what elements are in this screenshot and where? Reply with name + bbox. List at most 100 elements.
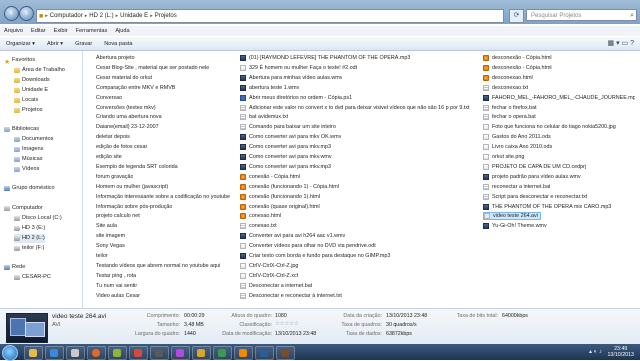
selected-file-item[interactable]: video teste 264.avi — [483, 212, 541, 221]
folder-item[interactable]: Cesar Blog-Site , material que ser posta… — [87, 64, 209, 72]
file-item[interactable]: Script para desconectar e reconectar.txt — [483, 193, 587, 201]
file-item[interactable]: Livro caixa Ano 2010.ods — [483, 143, 552, 151]
view-options-icon[interactable]: ▦ ▾ ▭ ? — [608, 39, 634, 47]
file-item[interactable]: abertura teste 1.wmv — [240, 84, 299, 92]
folder-item[interactable]: Video aulas Cesar — [87, 292, 140, 300]
folder-item[interactable]: Testando vídeos que abrem normal no yout… — [87, 262, 220, 270]
menu-editar[interactable]: Editar — [27, 26, 50, 36]
file-item[interactable]: fechar o firefox.bat — [483, 104, 537, 112]
folder-item[interactable]: teilor — [87, 252, 108, 260]
folder-item[interactable]: Homem ou mulher (javascript) — [87, 183, 168, 191]
file-item[interactable]: Adicionar este valor no convert x to dvd… — [240, 104, 470, 112]
taskbar-media-app[interactable] — [45, 346, 64, 360]
sidebar-item-desktop[interactable]: Área de Trabalho — [14, 66, 65, 75]
folder-item[interactable]: Informação sobre pós-produção — [87, 203, 172, 211]
file-item[interactable]: Desconectar e reconectar à internet.txt — [240, 292, 342, 300]
file-item[interactable]: desconexao.html — [483, 74, 533, 82]
folder-item[interactable]: Cesar material do orkut — [87, 74, 152, 82]
clock[interactable]: 23:49 13/10/2013 — [607, 346, 634, 358]
folder-item[interactable]: deletar depois — [87, 133, 130, 141]
sidebar-item-projetos[interactable]: Projetos — [14, 106, 43, 115]
file-item[interactable]: orkut site.png — [483, 153, 524, 161]
folder-item[interactable]: Comparação entre MKV e RMVB — [87, 84, 175, 92]
address-bar[interactable]: ■ ▸ Computador ▸ HD 2 (L:) ▸ Unidade E ▸… — [36, 9, 504, 23]
folder-item[interactable]: Sony Vegas — [87, 242, 125, 250]
file-item[interactable]: Desconectar a internet.bat — [240, 282, 312, 290]
sidebar-homegroup[interactable]: Grupo doméstico — [4, 184, 55, 193]
breadcrumb-hd2[interactable]: HD 2 (L:) — [87, 13, 115, 19]
sidebar-item-drive-e[interactable]: HD 3 (E:) — [14, 224, 45, 233]
file-item[interactable]: CtrlV-CtrlX-Ctrl-Z.xcf — [240, 272, 298, 280]
file-item[interactable]: fechar o opera.bat — [483, 113, 536, 121]
file-item[interactable]: Yu-Gi-Oh! Theme.wmv — [483, 222, 547, 230]
folder-item[interactable]: forum gravação — [87, 173, 133, 181]
file-item[interactable]: Como converter avi para mkv.mp3 — [240, 143, 331, 151]
breadcrumb-unidade-e[interactable]: Unidade E — [118, 13, 150, 19]
sidebar-item-drive-c[interactable]: Disco Local (C:) — [14, 214, 62, 223]
file-item[interactable]: desconexão - Cópia.html — [483, 64, 552, 72]
folder-item[interactable]: Informação interessante sobre a codifica… — [87, 193, 230, 201]
file-item[interactable]: 329 É homem ou mulher Faça o teste! #2.o… — [240, 64, 357, 72]
taskbar-app[interactable] — [276, 346, 295, 360]
folder-item[interactable]: Conversao — [87, 94, 122, 102]
refresh-button[interactable]: ⟳ — [509, 9, 524, 23]
file-item[interactable]: PROJETO DE CAPA DE UM CD.cedprj — [483, 163, 586, 171]
taskbar-app[interactable] — [255, 346, 274, 360]
taskbar-app[interactable] — [108, 346, 127, 360]
file-item[interactable]: Gastos do Ano 2011.ods — [483, 133, 551, 141]
file-item[interactable]: conexão (quase original).html — [240, 203, 320, 211]
file-item[interactable]: Como converter avi para mkv.mp3 — [240, 163, 331, 171]
file-item[interactable]: Comando para baixar um site inteiro — [240, 123, 336, 131]
new-folder-button[interactable]: Nova pasta — [98, 41, 138, 47]
folder-item[interactable]: Site aula — [87, 222, 117, 230]
taskbar-app[interactable] — [150, 346, 169, 360]
taskbar-app[interactable] — [192, 346, 211, 360]
sidebar-computer[interactable]: Computador — [4, 204, 43, 213]
file-item[interactable]: Criar texto com borda e fundo para desta… — [240, 252, 390, 260]
sidebar-item-drive-f[interactable]: teilor (F:) — [14, 244, 44, 253]
folder-item[interactable]: Criando uma abertura nova — [87, 113, 162, 121]
file-item[interactable]: Abertura para minhas vídeo aulas.wmv — [240, 74, 342, 82]
sidebar-network[interactable]: Rede — [4, 263, 25, 272]
folder-item[interactable]: Conversões (testes mkv) — [87, 104, 156, 112]
taskbar-app[interactable] — [66, 346, 85, 360]
taskbar-vlc[interactable] — [234, 346, 253, 360]
sidebar-item-musicas[interactable]: Músicas — [14, 155, 43, 164]
system-tray-icons[interactable]: ▴ ◐ ♪ — [589, 348, 602, 355]
menu-ferramentas[interactable]: Ferramentas — [72, 26, 112, 36]
file-item[interactable]: FAHORO_MEL_-FAHORO_MEL_-CHAUDE_JOURNEE.m… — [483, 94, 635, 102]
sidebar-item-locais[interactable]: Locais — [14, 96, 38, 105]
file-item[interactable]: Foto que funciona no celular do tiago no… — [483, 123, 616, 131]
sidebar-favorites[interactable]: ★ Favoritos — [4, 56, 35, 66]
breadcrumb-projetos[interactable]: Projetos — [153, 13, 179, 19]
sidebar-item-drive-l[interactable]: HD 2 (L:) — [14, 234, 45, 243]
file-item[interactable]: Abrir meus diretórios no ordem - Cópia.p… — [240, 94, 352, 102]
menu-ajuda[interactable]: Ajuda — [111, 26, 133, 36]
sidebar-item-unidade-e[interactable]: Unidade E — [14, 86, 48, 95]
back-button[interactable]: ‹ — [4, 6, 19, 21]
start-button[interactable] — [2, 345, 18, 361]
folder-item[interactable]: Daiane(email) 23-12-2007 — [87, 123, 159, 131]
taskbar-app[interactable] — [171, 346, 190, 360]
taskbar-folder-app[interactable] — [24, 346, 43, 360]
file-item[interactable]: Converter avi para avi h264 aac v1.wmv — [240, 232, 345, 240]
file-item[interactable]: desconexão - Cópia.html — [483, 54, 552, 62]
taskbar-firefox[interactable] — [87, 346, 106, 360]
menu-exibir[interactable]: Exibir — [50, 26, 72, 36]
file-item[interactable]: Converter vídeos para olhar no DVD via p… — [240, 242, 376, 250]
organize-button[interactable]: Organizar ▾ — [0, 41, 41, 47]
sidebar-item-cesar-pc[interactable]: CESAR-PC — [14, 273, 51, 282]
folder-item[interactable]: site imagem — [87, 232, 125, 240]
sidebar-libraries[interactable]: Bibliotecas — [4, 125, 39, 134]
search-input[interactable]: Pesquisar Projetos ⌕ — [526, 9, 637, 21]
folder-item[interactable]: Exemplo de legenda SRT colorida — [87, 163, 178, 171]
file-item[interactable]: CtrlV-CtrlX-Ctrl-Z.jpg — [240, 262, 298, 270]
folder-item[interactable]: Abertura projeto — [87, 54, 135, 62]
file-item[interactable]: projeto padrão para vídeo aulas.wmv — [483, 173, 581, 181]
burn-button[interactable]: Gravar — [69, 41, 98, 47]
file-item[interactable]: THE PHANTOM OF THE OPERA mix CARO.mp3 — [483, 203, 611, 211]
folder-item[interactable]: edição site — [87, 153, 122, 161]
open-button[interactable]: Abrir ▾ — [41, 41, 69, 47]
file-item[interactable]: conexão (funcionando 1).html — [240, 193, 320, 201]
folder-item[interactable]: edição de fotos cesar — [87, 143, 147, 151]
